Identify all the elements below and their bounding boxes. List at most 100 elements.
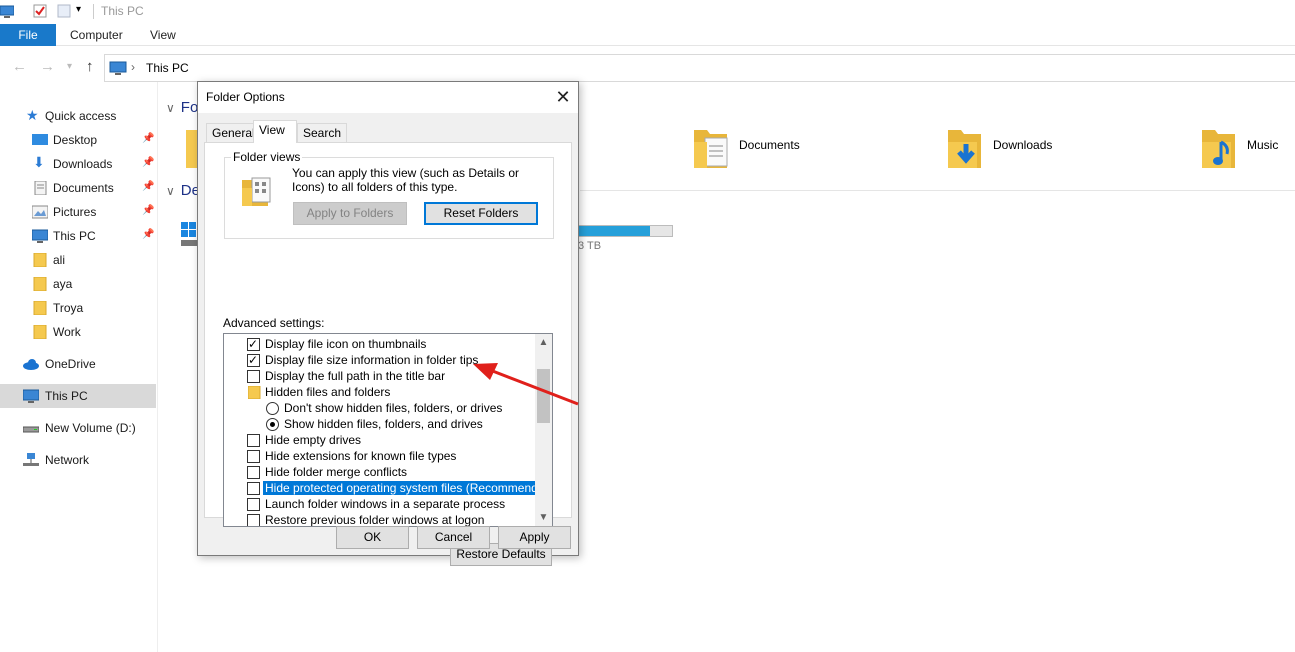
setting-show-hidden[interactable]: Show hidden files, folders, and drives [224,416,534,432]
folder-options-dialog: Folder Options ✕ General View Search Fol… [197,81,579,566]
sidebar-item-network[interactable]: Network [0,448,156,472]
customize-qat-icon[interactable]: ▾ [76,4,81,15]
setting-launch-separate-process[interactable]: Launch folder windows in a separate proc… [224,496,534,512]
this-pc-icon [23,389,39,403]
downloads-folder-icon [948,130,981,168]
sidebar-item-label: This PC [53,229,96,243]
radio-button[interactable] [266,402,279,415]
sidebar-item-ali[interactable]: ali [0,248,156,272]
scroll-down-icon[interactable]: ▼ [535,509,552,526]
checkbox[interactable]: ✓ [247,337,260,351]
navigation-bar: ← → ▾ ↑ › This PC [0,52,1295,82]
new-folder-icon[interactable] [57,4,71,18]
checkbox[interactable] [247,498,260,511]
ribbon-tabs: File Computer View [0,24,1295,46]
tab-view[interactable]: View [253,120,297,143]
reset-folders-button[interactable]: Reset Folders [424,202,538,225]
documents-folder-icon [694,130,728,168]
title-bar: ▾ This PC [0,0,1295,24]
checkbox[interactable] [247,482,260,495]
cancel-button[interactable]: Cancel [417,526,490,549]
sidebar-item-label: New Volume (D:) [45,421,136,435]
sidebar-item-troya[interactable]: Troya [0,296,156,320]
address-bar[interactable]: › This PC [104,54,1295,82]
checkbox[interactable] [247,434,260,447]
sidebar-item-quick-access[interactable]: ★ Quick access [0,104,156,128]
advanced-settings-label: Advanced settings: [223,316,325,330]
sidebar-item-pictures[interactable]: Pictures 📌 [0,200,156,224]
setting-display-file-size[interactable]: ✓ Display file size information in folde… [224,352,534,368]
sidebar-item-label: Quick access [45,109,117,123]
sidebar-item-aya[interactable]: aya [0,272,156,296]
sidebar-item-label: This PC [45,389,88,403]
drive-usage-fill [579,226,650,236]
setting-hide-protected-os-files[interactable]: Hide protected operating system files (R… [224,480,552,496]
recent-locations-icon[interactable]: ▾ [67,61,72,72]
sidebar-item-new-volume[interactable]: New Volume (D:) [0,416,156,440]
star-icon: ★ [26,107,39,123]
setting-label: Hidden files and folders [265,385,391,399]
radio-button[interactable] [266,418,279,431]
navigation-pane: ★ Quick access Desktop 📌 ⬇ Downloads 📌 D… [0,82,158,652]
file-tab[interactable]: File [0,24,56,46]
checkbox[interactable] [247,450,260,463]
sidebar-item-onedrive[interactable]: OneDrive [0,352,156,376]
sidebar-item-work[interactable]: Work [0,320,156,344]
checkbox[interactable] [247,466,260,479]
dialog-title: Folder Options [206,90,285,104]
check-icon: ✓ [248,353,259,367]
breadcrumb-chevron-icon: › [131,60,135,74]
sidebar-item-documents[interactable]: Documents 📌 [0,176,156,200]
this-pc-icon [109,61,127,75]
devices-group-header[interactable]: ∨ De [166,182,200,199]
sidebar-item-label: aya [53,277,73,291]
sidebar-item-desktop[interactable]: Desktop 📌 [0,128,156,152]
tab-search[interactable]: Search [297,123,348,142]
apply-to-folders-button[interactable]: Apply to Folders [293,202,407,225]
view-tab[interactable]: View [150,24,176,46]
up-icon[interactable]: ↑ [86,58,94,75]
advanced-settings-list[interactable]: ✓ Display file icon on thumbnails ✓ Disp… [223,333,553,527]
checkbox[interactable] [247,514,260,526]
breadcrumb[interactable]: This PC [146,61,189,75]
checkbox[interactable] [247,370,260,383]
back-icon[interactable]: ← [12,58,27,75]
setting-display-file-icon[interactable]: ✓ Display file icon on thumbnails [224,336,534,352]
properties-icon[interactable] [33,4,47,18]
settings-scrollbar[interactable]: ▲ ▼ [535,334,552,526]
sidebar-item-label: Pictures [53,205,97,219]
setting-hide-merge-conflicts[interactable]: Hide folder merge conflicts [224,464,534,480]
sidebar-item-label: OneDrive [45,357,96,371]
scrollbar-thumb[interactable] [537,369,550,423]
ok-button[interactable]: OK [336,526,409,549]
setting-label: Hide folder merge conflicts [265,465,408,479]
sidebar-item-downloads[interactable]: ⬇ Downloads 📌 [0,152,156,176]
setting-display-full-path[interactable]: Display the full path in the title bar [224,368,534,384]
setting-label: Display file icon on thumbnails [265,337,427,351]
folder-icon [33,277,47,291]
checkbox[interactable]: ✓ [247,353,260,367]
sidebar-item-this-pc[interactable]: This PC [0,384,156,408]
close-icon[interactable]: ✕ [550,84,576,110]
check-icon: ✓ [248,337,259,351]
forward-icon[interactable]: → [40,58,55,75]
setting-hide-extensions[interactable]: Hide extensions for known file types [224,448,534,464]
apply-button[interactable]: Apply [498,526,571,549]
folder-tile-music[interactable]: Music [1201,128,1295,178]
setting-dont-show-hidden[interactable]: Don't show hidden files, folders, or dri… [224,400,534,416]
computer-tab[interactable]: Computer [70,24,123,46]
setting-label: Launch folder windows in a separate proc… [265,497,506,511]
sidebar-item-this-pc-pinned[interactable]: This PC 📌 [0,224,156,248]
folders-group-header[interactable]: ∨ Fo [166,99,198,116]
folder-icon [33,253,47,267]
folder-tile-documents[interactable]: Documents [693,128,893,178]
folder-icon [33,325,47,339]
sidebar-item-label: Work [53,325,81,339]
divider [93,4,94,19]
dialog-title-bar: Folder Options ✕ [198,82,578,113]
setting-hide-empty-drives[interactable]: Hide empty drives [224,432,534,448]
folder-tile-downloads[interactable]: Downloads [947,128,1147,178]
scroll-up-icon[interactable]: ▲ [535,334,552,351]
setting-restore-previous-windows[interactable]: Restore previous folder windows at logon [224,512,534,526]
setting-label: Don't show hidden files, folders, or dri… [284,401,503,415]
